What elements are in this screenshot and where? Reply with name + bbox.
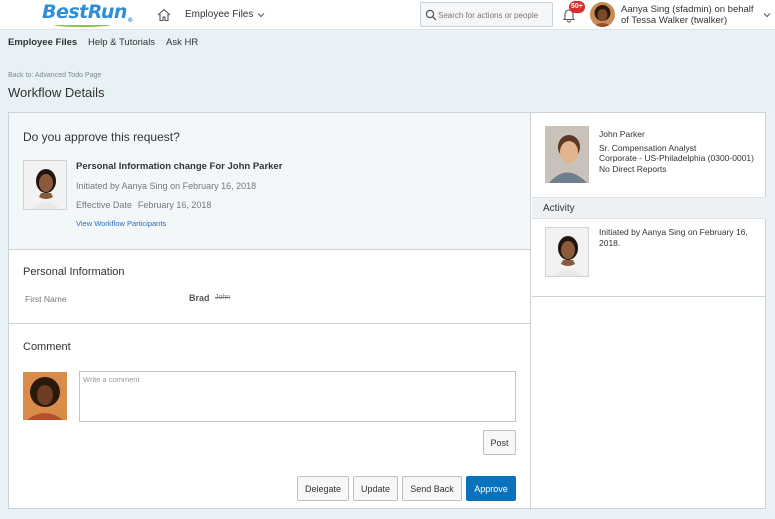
first-name-old-value: John xyxy=(215,294,231,301)
employee-info: John Parker Sr. Compensation Analyst Cor… xyxy=(599,129,759,174)
home-icon[interactable] xyxy=(157,8,171,22)
approval-request-panel: Do you approve this request? Personal In… xyxy=(9,113,530,250)
delegate-button[interactable]: Delegate xyxy=(297,476,349,501)
user-avatar[interactable] xyxy=(590,2,615,27)
post-comment-button[interactable]: Post xyxy=(483,430,516,455)
search-box[interactable] xyxy=(420,2,553,27)
module-picker-menu[interactable]: Employee Files xyxy=(185,9,265,20)
subnav-help-tutorials[interactable]: Help & Tutorials xyxy=(88,37,155,48)
bestrun-logo[interactable]: BestRun ® xyxy=(42,1,133,24)
view-workflow-participants-link[interactable]: View Workflow Participants xyxy=(76,219,166,228)
back-link[interactable]: Back to: Advanced Todo Page xyxy=(8,72,101,79)
sub-navigation: Employee Files Help & Tutorials Ask HR xyxy=(0,31,775,53)
employee-location: Corporate - US-Philadelphia (0300-0001) xyxy=(599,153,754,163)
activity-user-photo xyxy=(545,227,589,277)
chevron-down-icon xyxy=(258,12,265,17)
page-title: Workflow Details xyxy=(8,85,105,100)
personal-information-title: Personal Information xyxy=(23,266,125,278)
module-picker-label: Employee Files xyxy=(185,9,254,20)
effective-date-label: Effective Date xyxy=(76,200,132,210)
search-icon xyxy=(425,9,437,21)
employee-title: Sr. Compensation Analyst xyxy=(599,142,697,153)
activity-title: Activity xyxy=(543,203,575,214)
effective-date-value: February 16, 2018 xyxy=(137,200,212,210)
subnav-ask-hr[interactable]: Ask HR xyxy=(166,37,198,48)
effective-date: Effective Date February 16, 2018 xyxy=(76,200,211,210)
first-name-label: First Name xyxy=(25,294,67,304)
activity-divider xyxy=(532,296,766,297)
comment-title: Comment xyxy=(23,341,71,353)
activity-entry: Initiated by Aanya Sing on February 16, … xyxy=(599,227,748,248)
user-name[interactable]: Aanya Sing (sfadmin) on behalf of Tessa … xyxy=(621,4,761,26)
request-initiated-text: Initiated by Aanya Sing on February 16, … xyxy=(76,181,257,191)
employee-reports: No Direct Reports xyxy=(599,163,667,174)
request-title: Personal Information change For John Par… xyxy=(76,161,283,172)
send-back-button[interactable]: Send Back xyxy=(402,476,462,501)
comment-input[interactable] xyxy=(79,371,516,422)
activity-header: Activity xyxy=(532,197,766,219)
update-button[interactable]: Update xyxy=(353,476,398,501)
personal-information-section: Personal Information First Name Brad Joh… xyxy=(9,251,530,324)
workflow-right-column: John Parker Sr. Compensation Analyst Cor… xyxy=(532,113,766,510)
requester-photo xyxy=(23,160,67,210)
logo-swoosh xyxy=(54,23,110,27)
top-header: BestRun® Employee Files 50+ Aanya Sing (… xyxy=(0,0,775,30)
employee-name: John Parker xyxy=(599,129,645,139)
approval-question: Do you approve this request? xyxy=(23,130,180,144)
chevron-down-icon[interactable] xyxy=(763,11,771,19)
subnav-employee-files[interactable]: Employee Files xyxy=(8,37,77,48)
approve-button[interactable]: Approve xyxy=(466,476,516,501)
first-name-new-value: Brad xyxy=(189,293,210,303)
commenter-photo xyxy=(23,372,67,420)
workflow-left-column: Do you approve this request? Personal In… xyxy=(9,113,531,510)
notification-badge: 50+ xyxy=(569,1,585,13)
search-input[interactable] xyxy=(438,6,550,24)
workflow-card: Do you approve this request? Personal In… xyxy=(8,112,766,510)
employee-photo xyxy=(545,126,589,183)
